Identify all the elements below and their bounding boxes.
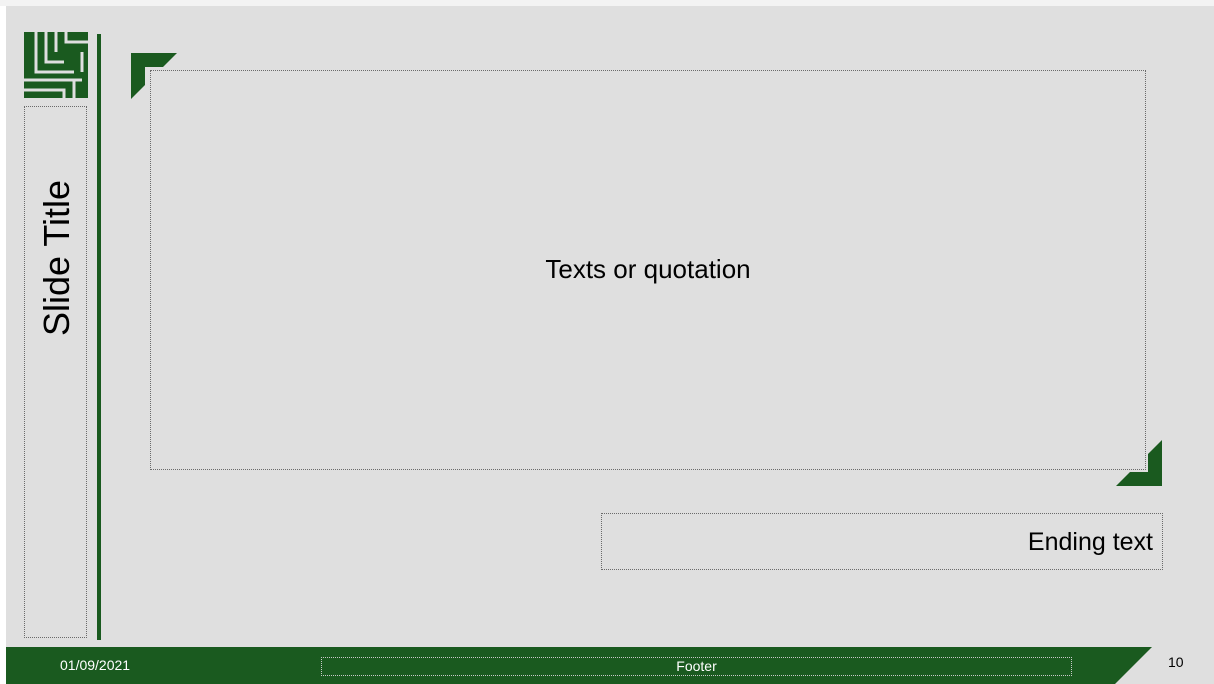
slide-title[interactable]: Slide Title <box>36 116 77 336</box>
footer-date[interactable]: 01/09/2021 <box>60 657 130 673</box>
page-number[interactable]: 10 <box>1168 654 1184 670</box>
green-geometric-logo-icon <box>24 32 88 98</box>
body-text[interactable]: Texts or quotation <box>150 254 1146 285</box>
vertical-accent-bar <box>97 34 101 640</box>
footer-text[interactable]: Footer <box>321 658 1072 674</box>
slide-canvas: Slide Title Texts or quotation Ending te… <box>6 6 1214 684</box>
ending-text[interactable]: Ending text <box>601 528 1153 557</box>
